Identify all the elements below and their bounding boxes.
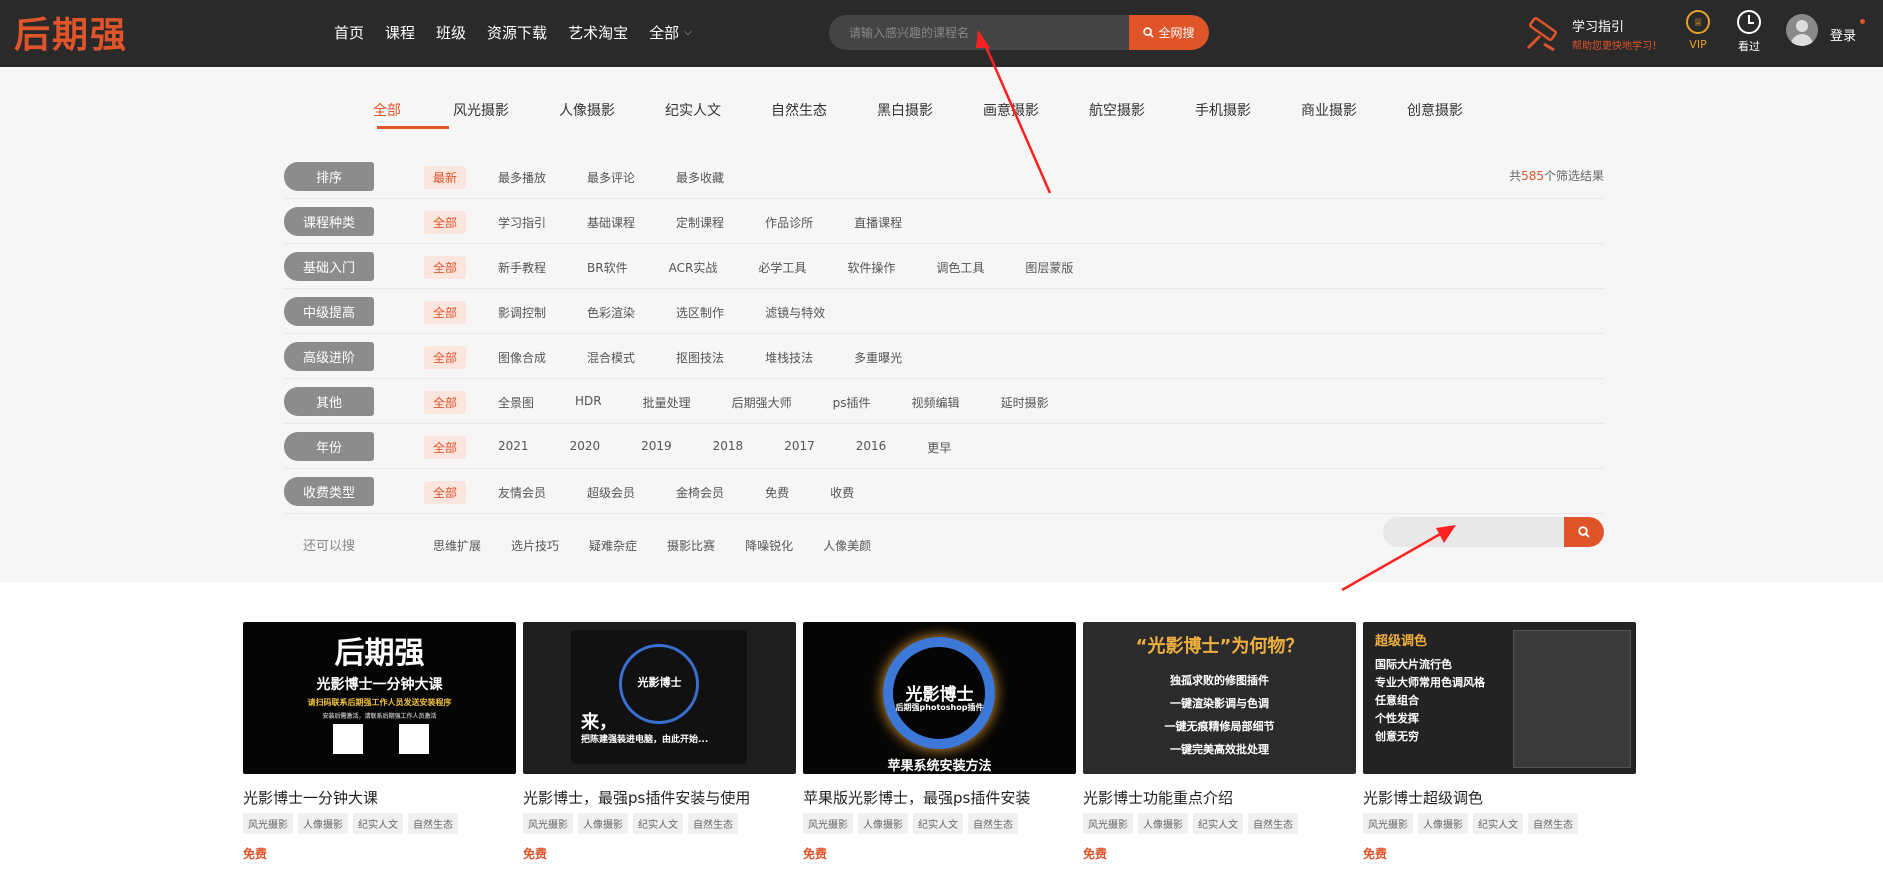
annotation-arrow <box>982 41 1052 194</box>
course-tag[interactable]: 纪实人文 <box>913 813 963 834</box>
course-title[interactable]: 光影博士功能重点介绍 <box>1083 787 1356 808</box>
thumb-line: 独孤求败的修图插件 <box>1170 674 1269 687</box>
thumb-line: 个性发挥 <box>1375 712 1419 725</box>
course-tags: 风光摄影 人像摄影 纪实人文 自然生态 <box>523 813 796 834</box>
course-thumbnail[interactable]: 光影博士 来， 把陈建强装进电脑，由此开始... <box>523 622 796 774</box>
course-tag[interactable]: 风光摄影 <box>243 813 293 834</box>
thumb-line: 一键渲染影调与色调 <box>1170 697 1269 710</box>
course-thumbnail[interactable]: 后期强 光影博士一分钟大课 请扫码联系后期强工作人员发送安装程序 安装后需激活，… <box>243 622 516 774</box>
thumb-line: 请扫码联系后期强工作人员发送安装程序 <box>307 698 452 707</box>
qr-code-icon <box>399 724 429 754</box>
qr-code-icon <box>333 724 363 754</box>
course-card[interactable]: 超级调色 国际大片流行色 专业大师常用色调风格 任意组合 个性发挥 创意无穷 光… <box>1363 622 1636 862</box>
course-tags: 风光摄影 人像摄影 纪实人文 自然生态 <box>243 813 516 834</box>
thumb-line: 国际大片流行色 <box>1375 658 1452 671</box>
course-tag[interactable]: 风光摄影 <box>1363 813 1413 834</box>
course-title[interactable]: 光影博士超级调色 <box>1363 787 1636 808</box>
course-tag[interactable]: 人像摄影 <box>298 813 348 834</box>
course-price: 免费 <box>1363 847 1388 861</box>
course-tag[interactable]: 纪实人文 <box>1193 813 1243 834</box>
course-price: 免费 <box>803 847 828 861</box>
annotation-arrow <box>1341 531 1443 592</box>
thumb-line: 超级调色 <box>1375 634 1428 649</box>
thumb-line: 安装后需激活，请联系后期强工作人员激活 <box>322 713 437 720</box>
course-list: 后期强 光影博士一分钟大课 请扫码联系后期强工作人员发送安装程序 安装后需激活，… <box>243 622 1636 862</box>
course-price: 免费 <box>1083 847 1108 861</box>
course-tag[interactable]: 风光摄影 <box>803 813 853 834</box>
course-tag[interactable]: 纪实人文 <box>353 813 403 834</box>
thumb-line: 光影博士一分钟大课 <box>316 677 443 693</box>
thumb-line: 一键无痕精修局部细节 <box>1164 720 1275 733</box>
course-tag[interactable]: 自然生态 <box>688 813 738 834</box>
thumb-line: 专业大师常用色调风格 <box>1375 676 1485 689</box>
course-price: 免费 <box>243 847 268 861</box>
thumb-line: 后期强 <box>334 636 425 671</box>
annotation-arrowhead <box>976 30 990 48</box>
course-tags: 风光摄影 人像摄影 纪实人文 自然生态 <box>803 813 1076 834</box>
course-tags: 风光摄影 人像摄影 纪实人文 自然生态 <box>1083 813 1356 834</box>
thumb-line: 光影博士 <box>637 676 682 689</box>
course-tags: 风光摄影 人像摄影 纪实人文 自然生态 <box>1363 813 1636 834</box>
course-card[interactable]: 光影博士 后期强photoshop插件 苹果系统安装方法 苹果版光影博士，最强p… <box>803 622 1076 862</box>
thumb-line: 任意组合 <box>1375 694 1419 707</box>
course-tag[interactable]: 自然生态 <box>968 813 1018 834</box>
course-tag[interactable]: 纪实人文 <box>633 813 683 834</box>
course-tag[interactable]: 人像摄影 <box>858 813 908 834</box>
thumb-line: 一键完美高效批处理 <box>1170 743 1269 756</box>
course-tag[interactable]: 风光摄影 <box>523 813 573 834</box>
course-title[interactable]: 光影博士，最强ps插件安装与使用 <box>523 787 796 808</box>
course-title[interactable]: 光影博士一分钟大课 <box>243 787 516 808</box>
course-card[interactable]: 光影博士 来， 把陈建强装进电脑，由此开始... 光影博士，最强ps插件安装与使… <box>523 622 796 862</box>
course-card[interactable]: 后期强 光影博士一分钟大课 请扫码联系后期强工作人员发送安装程序 安装后需激活，… <box>243 622 516 862</box>
course-tag[interactable]: 风光摄影 <box>1083 813 1133 834</box>
course-tag[interactable]: 人像摄影 <box>1418 813 1468 834</box>
course-tag[interactable]: 人像摄影 <box>578 813 628 834</box>
course-thumbnail[interactable]: “光影博士”为何物？ 独孤求败的修图插件 一键渲染影调与色调 一键无痕精修局部细… <box>1083 622 1356 774</box>
course-price: 免费 <box>523 847 548 861</box>
thumb-line: 来， <box>581 712 617 733</box>
course-thumbnail[interactable]: 光影博士 后期强photoshop插件 苹果系统安装方法 <box>803 622 1076 774</box>
course-tag[interactable]: 自然生态 <box>408 813 458 834</box>
thumb-line: 苹果系统安装方法 <box>887 759 992 774</box>
course-thumbnail[interactable]: 超级调色 国际大片流行色 专业大师常用色调风格 任意组合 个性发挥 创意无穷 <box>1363 622 1636 774</box>
thumb-line: “光影博士”为何物？ <box>1135 636 1304 657</box>
thumb-line: 把陈建强装进电脑，由此开始... <box>581 735 709 745</box>
course-tag[interactable]: 人像摄影 <box>1138 813 1188 834</box>
course-title[interactable]: 苹果版光影博士，最强ps插件安装 <box>803 787 1076 808</box>
course-card[interactable]: “光影博士”为何物？ 独孤求败的修图插件 一键渲染影调与色调 一键无痕精修局部细… <box>1083 622 1356 862</box>
course-tag[interactable]: 自然生态 <box>1528 813 1578 834</box>
course-tag[interactable]: 纪实人文 <box>1473 813 1523 834</box>
thumb-line: 后期强photoshop插件 <box>895 703 984 712</box>
thumb-line: 创意无穷 <box>1375 730 1419 743</box>
course-tag[interactable]: 自然生态 <box>1248 813 1298 834</box>
